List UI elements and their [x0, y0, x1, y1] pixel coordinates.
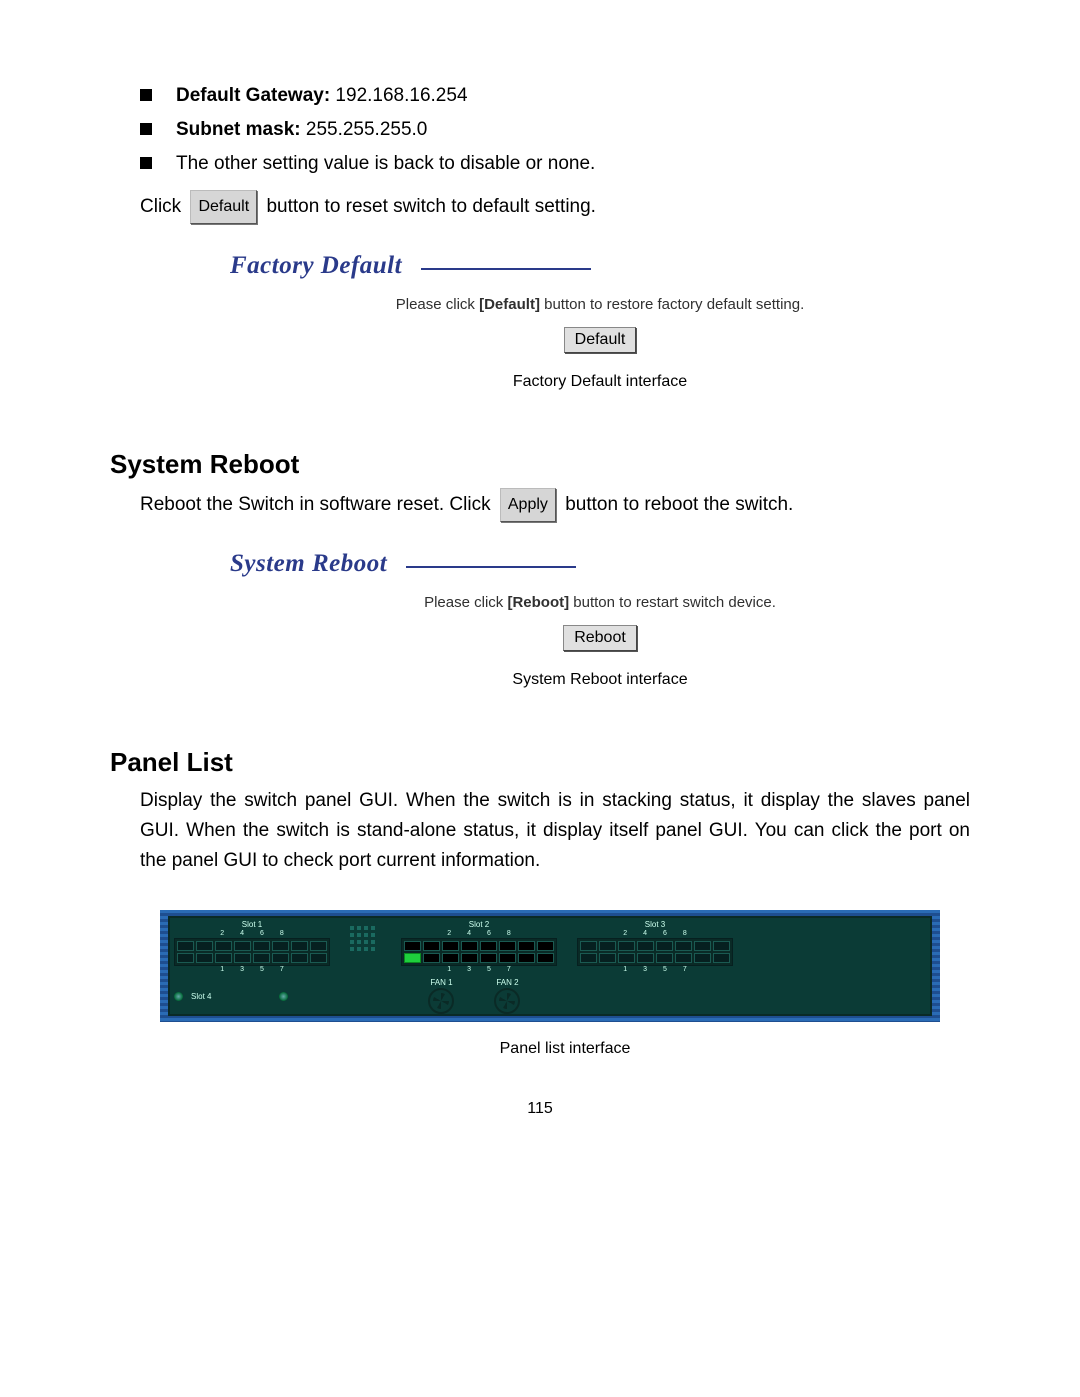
port[interactable] — [656, 941, 673, 951]
port[interactable] — [234, 941, 251, 951]
bullet-label: Subnet mask: — [176, 119, 301, 140]
port[interactable] — [537, 953, 554, 963]
title-underline — [421, 268, 591, 270]
port[interactable] — [461, 953, 478, 963]
port[interactable] — [656, 953, 673, 963]
page-number: 115 — [110, 1100, 970, 1118]
factory-default-button[interactable]: Default — [564, 327, 637, 353]
slot-1: Slot 1 2468 1357 — [174, 920, 330, 974]
settings-bullets: Default Gateway: 192.168.16.254 Subnet m… — [140, 80, 970, 180]
port[interactable] — [177, 953, 194, 963]
apply-inline-button[interactable]: Apply — [500, 488, 556, 522]
port[interactable] — [675, 941, 692, 951]
port[interactable] — [442, 941, 459, 951]
port[interactable] — [694, 953, 711, 963]
text-pre: Click — [140, 196, 186, 217]
port[interactable] — [272, 941, 289, 951]
text-pre: Reboot the Switch in software reset. Cli… — [140, 494, 496, 515]
bullet-subnet-mask: Subnet mask: 255.255.255.0 — [140, 114, 970, 146]
port[interactable] — [404, 941, 421, 951]
fan-2: FAN 2 — [494, 978, 520, 1014]
system-reboot-panel: System Reboot Please click [Reboot] butt… — [230, 550, 970, 689]
system-reboot-caption: System Reboot interface — [230, 671, 970, 689]
slot-4: Slot 4 — [174, 992, 288, 1001]
port[interactable] — [423, 941, 440, 951]
panel-list-caption: Panel list interface — [160, 1040, 970, 1058]
port[interactable] — [580, 953, 597, 963]
port[interactable] — [461, 941, 478, 951]
switch-panel-graphic: Slot 1 2468 1357 — [160, 910, 970, 1058]
port[interactable] — [580, 941, 597, 951]
bullet-text: The other setting value is back to disab… — [176, 153, 595, 174]
port[interactable] — [215, 953, 232, 963]
port[interactable] — [618, 953, 635, 963]
system-reboot-heading: System Reboot — [110, 449, 970, 480]
port[interactable] — [694, 941, 711, 951]
screw-icon — [279, 992, 288, 1001]
click-default-line: Click Default button to reset switch to … — [140, 190, 970, 224]
port[interactable] — [291, 953, 308, 963]
port[interactable] — [518, 941, 535, 951]
bullet-value: 255.255.255.0 — [301, 119, 428, 140]
port[interactable] — [637, 953, 654, 963]
port[interactable] — [215, 941, 232, 951]
port[interactable] — [480, 941, 497, 951]
port[interactable] — [537, 941, 554, 951]
fan-1: FAN 1 — [428, 978, 454, 1014]
port-active[interactable] — [404, 953, 421, 963]
system-reboot-title: System Reboot — [230, 550, 387, 578]
screw-icon — [174, 992, 183, 1001]
bullet-other-setting: The other setting value is back to disab… — [140, 148, 970, 180]
text-post: button to reset switch to default settin… — [266, 196, 596, 217]
port[interactable] — [423, 953, 440, 963]
text-post: button to reboot the switch. — [565, 494, 793, 515]
factory-default-desc: Please click [Default] button to restore… — [230, 296, 970, 313]
port[interactable] — [442, 953, 459, 963]
panel-list-paragraph: Display the switch panel GUI. When the s… — [140, 786, 970, 876]
port[interactable] — [310, 941, 327, 951]
reboot-button[interactable]: Reboot — [563, 625, 637, 651]
default-inline-button[interactable]: Default — [190, 190, 257, 224]
slot-2: Slot 2 2468 1357 — [401, 920, 557, 974]
panel-list-heading: Panel List — [110, 747, 970, 778]
port[interactable] — [499, 941, 516, 951]
port[interactable] — [234, 953, 251, 963]
port[interactable] — [499, 953, 516, 963]
port[interactable] — [177, 941, 194, 951]
port[interactable] — [272, 953, 289, 963]
fan-icon — [494, 988, 520, 1014]
title-underline — [406, 566, 576, 568]
port[interactable] — [196, 953, 213, 963]
system-reboot-desc: Please click [Reboot] button to restart … — [230, 594, 970, 611]
factory-default-caption: Factory Default interface — [230, 373, 970, 391]
bullet-label: Default Gateway: — [176, 85, 330, 106]
system-reboot-line: Reboot the Switch in software reset. Cli… — [140, 488, 970, 522]
slot-3: Slot 3 2468 1357 — [577, 920, 733, 974]
factory-default-panel: Factory Default Please click [Default] b… — [230, 252, 970, 391]
port[interactable] — [310, 953, 327, 963]
port[interactable] — [253, 953, 270, 963]
port[interactable] — [291, 941, 308, 951]
bullet-value: 192.168.16.254 — [330, 85, 467, 106]
led-grid-icon — [350, 926, 375, 951]
port[interactable] — [253, 941, 270, 951]
port[interactable] — [599, 941, 616, 951]
port[interactable] — [618, 941, 635, 951]
port[interactable] — [713, 941, 730, 951]
fan-icon — [428, 988, 454, 1014]
factory-default-title: Factory Default — [230, 252, 402, 280]
port[interactable] — [196, 941, 213, 951]
port[interactable] — [599, 953, 616, 963]
bullet-default-gateway: Default Gateway: 192.168.16.254 — [140, 80, 970, 112]
port[interactable] — [675, 953, 692, 963]
port[interactable] — [480, 953, 497, 963]
port[interactable] — [713, 953, 730, 963]
port[interactable] — [637, 941, 654, 951]
port[interactable] — [518, 953, 535, 963]
